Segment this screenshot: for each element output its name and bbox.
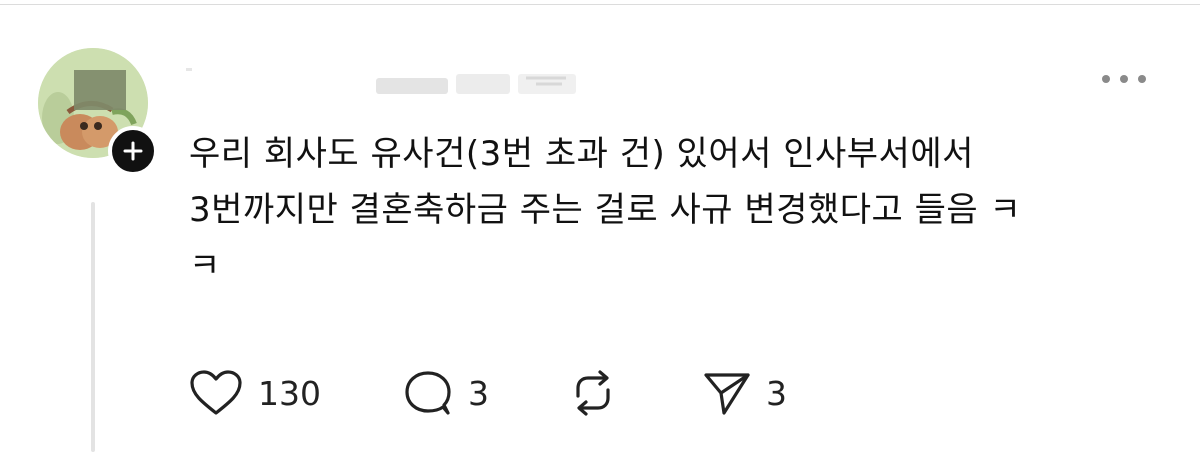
like-button[interactable]: 130 [188, 369, 402, 417]
post-body: 우리 회사도 유사건(3번 초과 건) 있어서 인사부서에서 3번까지만 결혼축… [189, 126, 1164, 294]
follow-button[interactable] [108, 126, 158, 176]
like-count: 130 [258, 373, 321, 413]
repost-icon [566, 368, 620, 418]
post-body-line: ㅋ [189, 246, 221, 286]
author-header[interactable] [186, 64, 586, 98]
more-options-button[interactable] [1098, 62, 1150, 96]
thread-line [91, 202, 95, 452]
blurred-author-name [186, 68, 576, 94]
top-divider [0, 4, 1200, 5]
action-bar: 130 3 3 [188, 364, 822, 422]
heart-icon [188, 369, 244, 417]
reply-count: 3 [468, 373, 489, 413]
send-icon [702, 369, 752, 417]
post-body-line: 3번까지만 결혼축하금 주는 걸로 사규 변경했다고 들음 ㅋ [189, 190, 1022, 230]
plus-icon [123, 141, 143, 161]
reply-button[interactable]: 3 [402, 369, 566, 417]
more-horizontal-icon [1100, 73, 1148, 85]
thread-post: 우리 회사도 유사건(3번 초과 건) 있어서 인사부서에서 3번까지만 결혼축… [0, 0, 1200, 465]
author-avatar-group[interactable] [38, 48, 158, 176]
share-button[interactable]: 3 [702, 369, 822, 417]
share-count: 3 [766, 373, 787, 413]
comment-bubble-icon [402, 369, 454, 417]
repost-button[interactable] [566, 368, 702, 418]
post-body-line: 우리 회사도 유사건(3번 초과 건) 있어서 인사부서에서 [189, 134, 974, 174]
